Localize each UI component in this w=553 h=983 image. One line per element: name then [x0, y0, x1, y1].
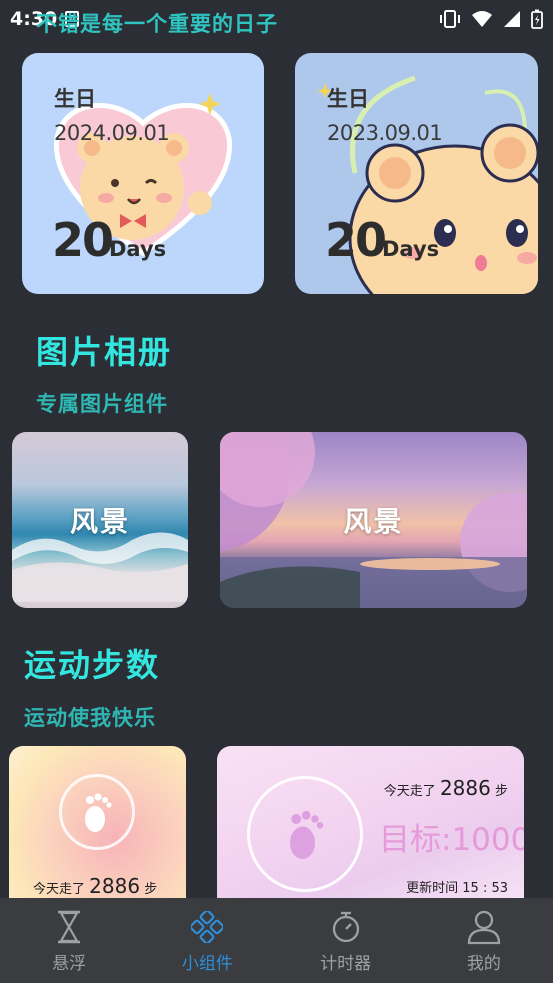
steps-count: 2886	[439, 776, 491, 800]
birthday-card[interactable]: 生日 2024.09.01 20 Days	[22, 53, 264, 294]
album-section-title: 图片相册	[36, 333, 173, 371]
days-unit: Days	[109, 237, 167, 261]
update-time-text: 更新时间 15 : 53	[406, 877, 508, 896]
photo-label: 风景	[69, 505, 130, 538]
hourglass-icon	[58, 910, 81, 944]
vibrate-icon	[440, 10, 460, 28]
photo-widget-sunset[interactable]: 风景	[220, 432, 527, 608]
album-section-subtitle: 专属图片组件	[36, 392, 168, 416]
footprint-icon	[85, 793, 112, 832]
nav-item-timer[interactable]: 计时器	[277, 898, 415, 983]
footprint-circle	[247, 776, 363, 892]
nav-label: 小组件	[181, 954, 233, 974]
steps-today-text: 今天走了 2886 步	[33, 874, 157, 898]
widget-icon	[191, 911, 224, 943]
step-widget-large[interactable]: 今天走了 2886 步 目标:1000 更新时间 15 : 53	[217, 746, 524, 901]
photo-label: 风景	[343, 505, 404, 538]
update-time: 15 : 53	[462, 881, 508, 896]
steps-today-text: 今天走了 2886 步	[384, 776, 508, 800]
footprint-icon	[290, 810, 324, 859]
steps-prefix: 今天走了	[383, 784, 436, 799]
days-count: 20	[52, 213, 114, 267]
steps-suffix: 步	[144, 882, 158, 897]
step-widget-small[interactable]: 今天走了 2886 步	[9, 746, 186, 901]
person-icon	[467, 910, 501, 945]
days-count: 20	[325, 213, 387, 267]
birthday-date: 2024.09.01	[54, 121, 170, 145]
update-label: 更新时间	[406, 881, 459, 896]
days-unit: Days	[382, 237, 440, 261]
bottom-nav: 悬浮 小组件 计时器 我的	[0, 898, 553, 983]
birthday-card[interactable]: 生日 2023.09.01 20 Days	[295, 53, 538, 294]
birthday-label: 生日	[54, 87, 96, 111]
steps-count: 2886	[89, 874, 141, 898]
photo-widget-sea[interactable]: 风景	[12, 432, 188, 608]
nav-label: 悬浮	[52, 954, 87, 974]
steps-section-title: 运动步数	[24, 646, 161, 684]
nav-label: 计时器	[320, 954, 372, 974]
status-icons	[439, 9, 543, 29]
birthday-date: 2023.09.01	[327, 121, 443, 145]
stopwatch-icon	[332, 911, 359, 943]
wifi-icon	[472, 11, 492, 27]
footprint-circle	[59, 774, 135, 850]
header-title: 不错是每一个重要的日子	[36, 12, 278, 36]
nav-item-mine[interactable]: 我的	[415, 898, 553, 983]
steps-prefix: 今天走了	[33, 882, 86, 897]
nav-item-widgets[interactable]: 小组件	[138, 898, 276, 983]
battery-icon	[531, 9, 543, 29]
birthday-label: 生日	[327, 87, 369, 111]
signal-icon	[504, 11, 520, 27]
steps-goal: 目标:1000	[379, 822, 524, 858]
nav-label: 我的	[466, 954, 501, 974]
steps-section-subtitle: 运动使我快乐	[24, 706, 156, 730]
steps-suffix: 步	[494, 784, 508, 799]
nav-item-float[interactable]: 悬浮	[0, 898, 138, 983]
